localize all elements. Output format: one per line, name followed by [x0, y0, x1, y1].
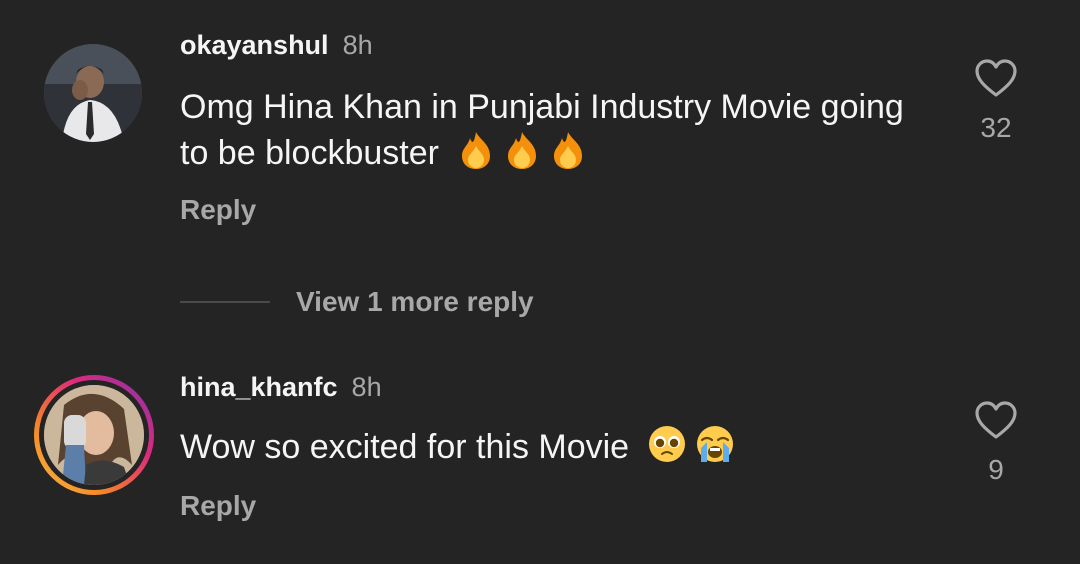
- avatar[interactable]: [44, 44, 142, 142]
- reply-button[interactable]: Reply: [180, 194, 256, 226]
- view-more-replies-label[interactable]: View 1 more reply: [296, 286, 534, 318]
- like-count: 32: [980, 112, 1012, 143]
- like-button[interactable]: 32: [966, 58, 1026, 144]
- comment-username[interactable]: hina_khanfc 8h: [180, 372, 382, 403]
- avatar-photo: [44, 44, 142, 142]
- comment-text: Wow so excited for this Movie: [180, 424, 940, 470]
- username-text[interactable]: hina_khanfc: [180, 372, 338, 402]
- comment-body: Wow so excited for this Movie: [180, 428, 630, 466]
- view-more-replies[interactable]: View 1 more reply: [180, 286, 534, 318]
- fire-emoji-icon: [462, 132, 491, 169]
- username-text[interactable]: okayanshul: [180, 30, 329, 60]
- like-button[interactable]: 9: [966, 400, 1026, 486]
- fire-emoji-icon: [508, 132, 537, 169]
- divider-line: [180, 301, 270, 303]
- fire-emoji-icon: [554, 132, 583, 169]
- heart-outline-icon[interactable]: [974, 58, 1018, 98]
- like-count: 9: [988, 454, 1004, 485]
- avatar[interactable]: [44, 385, 144, 485]
- story-ring-gap: [39, 380, 149, 490]
- comment-body: Omg Hina Khan in Punjabi Industry Movie …: [180, 88, 904, 172]
- story-ring[interactable]: [34, 375, 154, 495]
- comment-timestamp: 8h: [342, 30, 373, 60]
- pleading-face-emoji-icon: [648, 426, 685, 462]
- avatar-photo: [44, 385, 144, 485]
- comment-text: Omg Hina Khan in Punjabi Industry Movie …: [180, 84, 940, 176]
- comment-username[interactable]: okayanshul 8h: [180, 30, 373, 61]
- reply-button[interactable]: Reply: [180, 490, 256, 522]
- comment-timestamp: 8h: [351, 372, 382, 402]
- loudly-crying-face-emoji-icon: [696, 426, 733, 462]
- heart-outline-icon[interactable]: [974, 400, 1018, 440]
